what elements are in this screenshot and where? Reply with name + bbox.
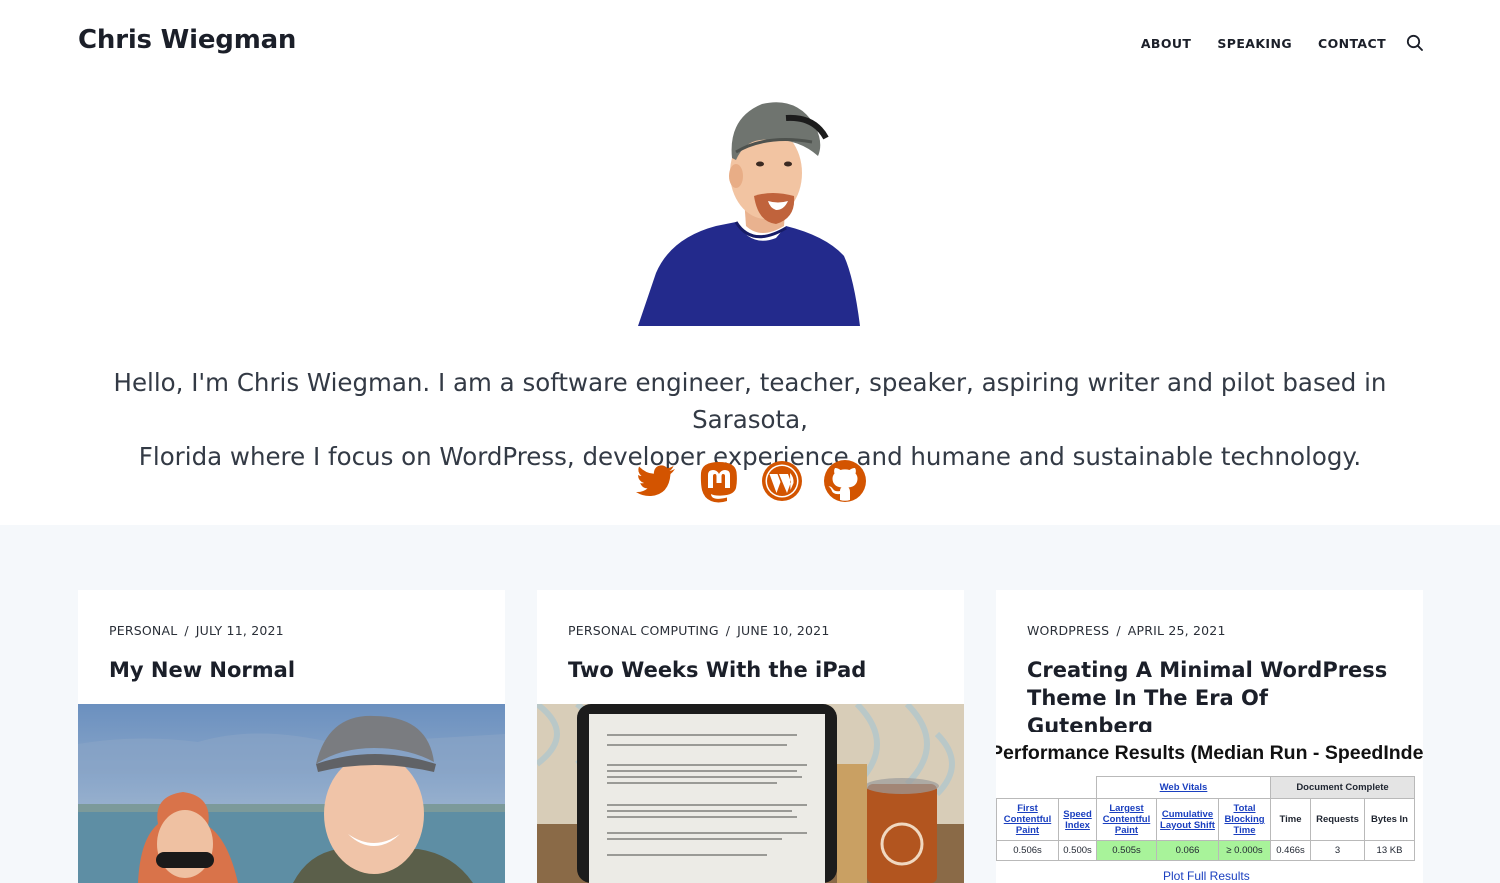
post-date: JUNE 10, 2021: [737, 623, 830, 638]
perf-cell: 13 KB: [1364, 840, 1415, 861]
post-category[interactable]: PERSONAL COMPUTING: [568, 623, 719, 638]
post-thumbnail[interactable]: [537, 704, 964, 883]
nav-item-about[interactable]: ABOUT: [1141, 36, 1192, 51]
post-thumbnail[interactable]: Performance Results (Median Run - SpeedI…: [996, 732, 1423, 883]
post-card[interactable]: PERSONAL / JULY 11, 2021 My New Normal: [78, 590, 505, 883]
post-meta: PERSONAL COMPUTING / JUNE 10, 2021: [568, 623, 829, 638]
search-icon[interactable]: [1406, 34, 1424, 52]
post-meta: WORDPRESS / APRIL 25, 2021: [1027, 623, 1226, 638]
perf-col-tbt[interactable]: Total Blocking Time: [1218, 798, 1271, 841]
doc-complete-header: Document Complete: [1270, 776, 1415, 799]
nav-item-contact[interactable]: CONTACT: [1318, 36, 1386, 51]
twitter-icon[interactable]: [634, 459, 678, 503]
site-header: Chris Wiegman ABOUT SPEAKING CONTACT: [0, 0, 1500, 84]
intro-line-1: Hello, I'm Chris Wiegman. I am a softwar…: [113, 368, 1387, 434]
post-card[interactable]: PERSONAL COMPUTING / JUNE 10, 2021 Two Wee…: [537, 590, 964, 883]
perf-cell: ≥ 0.000s: [1218, 840, 1271, 861]
post-title[interactable]: My New Normal: [109, 656, 479, 684]
post-thumbnail[interactable]: [78, 704, 505, 883]
perf-cell: 0.506s: [996, 840, 1059, 861]
perf-col-cls[interactable]: Cumulative Layout Shift: [1156, 798, 1219, 841]
web-vitals-header[interactable]: Web Vitals: [1096, 776, 1271, 799]
github-icon[interactable]: [823, 459, 867, 503]
post-card[interactable]: WORDPRESS / APRIL 25, 2021 Creating A Mini…: [996, 590, 1423, 883]
post-category[interactable]: PERSONAL: [109, 623, 177, 638]
post-date: APRIL 25, 2021: [1127, 623, 1226, 638]
site-title[interactable]: Chris Wiegman: [78, 25, 296, 55]
perf-cell: 0.066: [1156, 840, 1219, 861]
perf-title: Performance Results (Median Run - SpeedI…: [996, 742, 1423, 764]
perf-cell: 3: [1310, 840, 1365, 861]
perf-col-si[interactable]: Speed Index: [1058, 798, 1097, 841]
post-category[interactable]: WORDPRESS: [1027, 623, 1109, 638]
post-title[interactable]: Two Weeks With the iPad: [568, 656, 938, 684]
avatar: [636, 98, 862, 328]
perf-cell: 0.466s: [1270, 840, 1311, 861]
perf-col-lcp[interactable]: Largest Contentful Paint: [1096, 798, 1157, 841]
main-nav: ABOUT SPEAKING CONTACT: [1115, 34, 1424, 52]
perf-cell: 0.500s: [1058, 840, 1097, 861]
social-links: [634, 459, 867, 503]
post-date: JULY 11, 2021: [195, 623, 284, 638]
perf-col-bytes: Bytes In: [1364, 798, 1415, 841]
perf-table: Web Vitals Document Complete First Conte…: [996, 776, 1415, 861]
post-title[interactable]: Creating A Minimal WordPress Theme In Th…: [1027, 656, 1397, 740]
mastodon-icon[interactable]: [697, 459, 741, 503]
nav-item-speaking[interactable]: SPEAKING: [1217, 36, 1292, 51]
perf-col-time: Time: [1270, 798, 1311, 841]
meta-separator: /: [725, 623, 731, 638]
perf-col-fcp[interactable]: First Contentful Paint: [996, 798, 1059, 841]
meta-separator: /: [184, 623, 189, 638]
perf-cell: 0.505s: [1096, 840, 1157, 861]
meta-separator: /: [1116, 623, 1121, 638]
post-meta: PERSONAL / JULY 11, 2021: [109, 623, 284, 638]
perf-col-requests: Requests: [1310, 798, 1365, 841]
wordpress-icon[interactable]: [760, 459, 804, 503]
plot-full-results-link[interactable]: Plot Full Results: [1163, 869, 1250, 883]
